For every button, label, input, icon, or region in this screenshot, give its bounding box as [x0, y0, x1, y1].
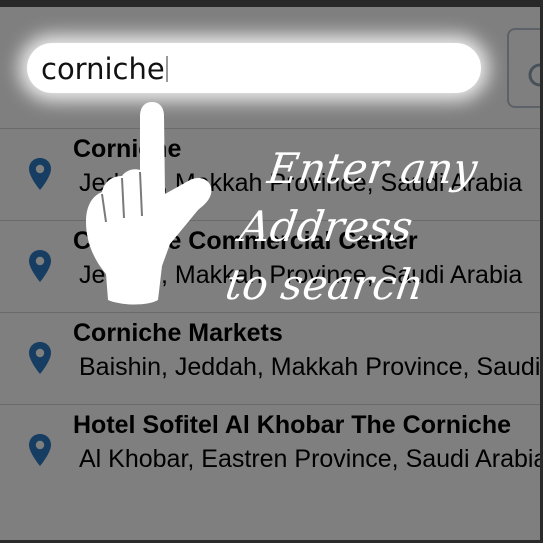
map-pin-icon: [29, 158, 51, 190]
map-pin-icon: [29, 250, 51, 282]
result-item[interactable]: Corniche Markets Baishin, Jeddah, Makkah…: [0, 312, 543, 404]
result-item[interactable]: Hotel Sofitel Al Khobar The Corniche Al …: [0, 404, 543, 543]
locate-button[interactable]: [507, 28, 543, 108]
search-input[interactable]: corniche: [27, 43, 481, 93]
hint-line: to search: [222, 260, 427, 309]
hint-line: Enter any: [264, 144, 481, 193]
result-subtitle: Baishin, Jeddah, Makkah Province, Saudi …: [79, 353, 543, 381]
text-caret: [165, 56, 168, 82]
hint-text: Enter any Address to search: [220, 140, 543, 314]
search-input-text[interactable]: corniche: [41, 52, 168, 86]
screen: corniche Corniche Jeddah, Makkah Provinc…: [0, 0, 543, 543]
result-title: Corniche Markets: [73, 319, 283, 347]
pointing-hand-icon: [86, 102, 212, 305]
search-value: corniche: [41, 52, 165, 86]
map-pin-icon: [29, 434, 51, 466]
map-pin-icon: [29, 342, 51, 374]
hint-line: Address: [236, 202, 416, 251]
top-bar: [0, 0, 543, 7]
result-title: Hotel Sofitel Al Khobar The Corniche: [73, 411, 511, 439]
result-subtitle: Al Khobar, Eastren Province, Saudi Arabi…: [79, 445, 543, 473]
